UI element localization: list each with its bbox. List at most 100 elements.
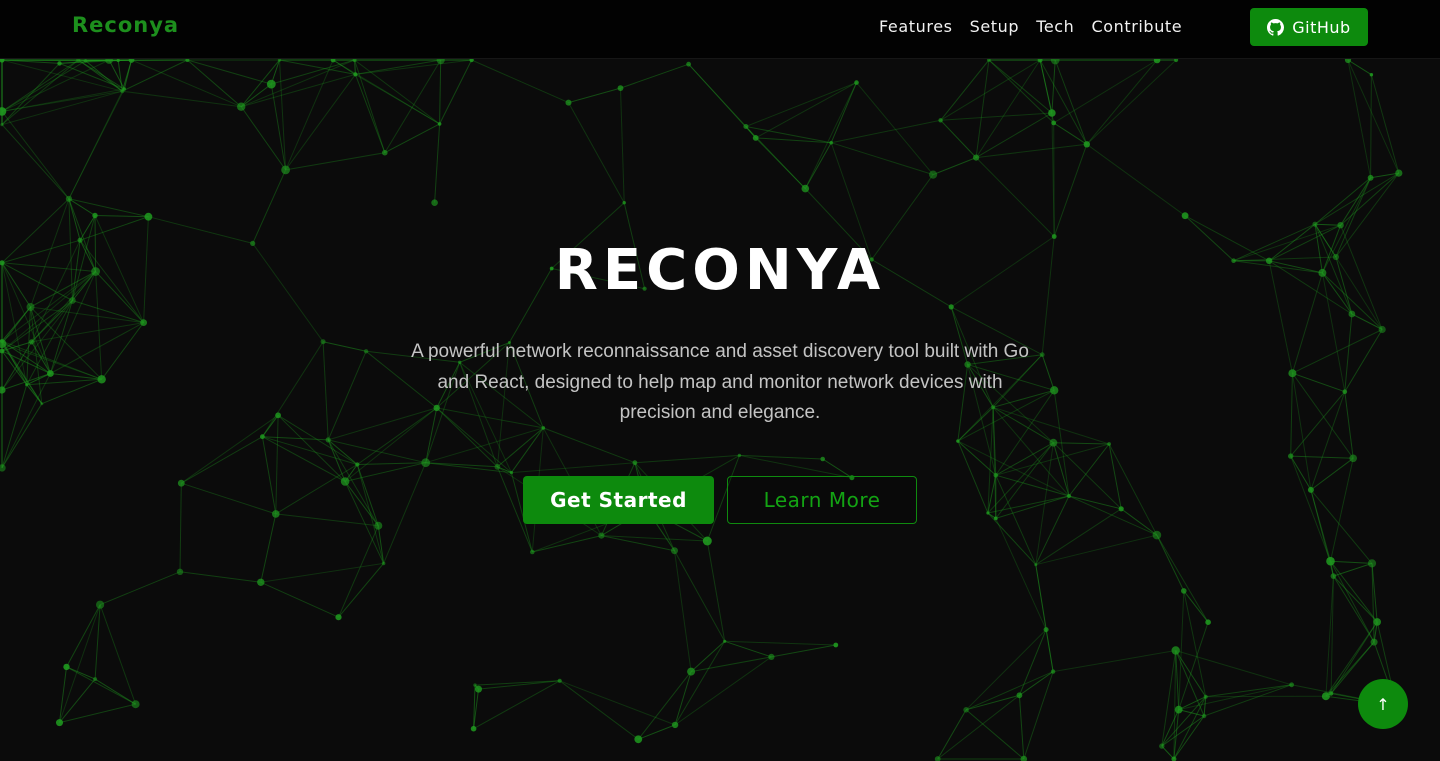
arrow-up-icon: ↑	[1376, 694, 1390, 714]
network-node	[1288, 453, 1294, 459]
network-node	[275, 412, 281, 419]
network-edge	[338, 563, 384, 618]
network-node	[687, 667, 696, 676]
network-edge	[831, 142, 934, 176]
network-node	[1152, 530, 1162, 540]
network-node	[1174, 705, 1183, 714]
network-edge	[1068, 495, 1122, 510]
network-edge	[187, 59, 242, 108]
network-edge	[674, 671, 692, 726]
network-node	[56, 719, 63, 727]
network-edge	[354, 74, 386, 153]
network-node	[325, 437, 331, 443]
get-started-button[interactable]: Get Started	[523, 476, 714, 524]
network-node	[1307, 486, 1314, 493]
network-edge	[975, 157, 1055, 237]
network-edge	[1, 403, 43, 469]
network-edge	[1018, 695, 1025, 760]
network-edge	[322, 341, 329, 440]
network-edge	[532, 535, 602, 553]
network-edge	[976, 143, 1087, 159]
network-edge	[965, 671, 1054, 711]
network-edge	[1, 124, 70, 200]
network-edge	[601, 535, 708, 542]
network-node	[363, 349, 369, 354]
scroll-to-top-button[interactable]: ↑	[1358, 679, 1408, 729]
network-edge	[275, 464, 358, 515]
brand-logo[interactable]: Reconya	[72, 13, 179, 37]
network-edge	[66, 604, 101, 668]
network-edge	[932, 157, 977, 176]
network-edge	[987, 495, 1070, 514]
network-node	[1337, 222, 1344, 229]
network-edge	[1203, 684, 1292, 717]
network-edge	[559, 680, 639, 740]
network-node	[1373, 618, 1381, 626]
network-edge	[724, 640, 772, 658]
network-node	[1312, 221, 1318, 227]
network-node	[1289, 682, 1294, 688]
network-edge	[1370, 74, 1372, 178]
network-edge	[1053, 650, 1176, 673]
network-edge	[327, 439, 379, 526]
network-node	[176, 568, 184, 575]
network-node	[1201, 713, 1207, 719]
network-node	[1321, 692, 1330, 701]
hero-title: RECONYA	[554, 238, 886, 303]
learn-more-button[interactable]: Learn More	[727, 476, 917, 524]
network-edge	[1053, 59, 1158, 124]
network-edge	[1, 59, 79, 112]
network-node	[266, 79, 276, 89]
nav-link-tech[interactable]: Tech	[1036, 17, 1074, 36]
network-node	[1159, 743, 1165, 749]
network-edge	[240, 106, 287, 171]
hero-subtitle-line: A powerful network reconnaissance and as…	[411, 341, 1029, 362]
network-edge	[1173, 715, 1205, 760]
network-edge	[965, 709, 1025, 760]
nav-link-contribute[interactable]: Contribute	[1091, 17, 1182, 36]
network-edge	[79, 216, 149, 241]
landing-page: Reconya Features Setup Tech Contribute G…	[0, 0, 1440, 761]
network-edge	[1053, 122, 1088, 145]
network-edge	[277, 414, 346, 482]
nav-links: Features Setup Tech Contribute	[879, 17, 1182, 36]
network-edge	[1156, 534, 1209, 623]
network-edge	[252, 169, 287, 244]
network-edge	[1108, 443, 1158, 536]
network-node	[421, 458, 431, 468]
network-node	[257, 578, 265, 586]
network-node	[40, 402, 44, 406]
network-node	[470, 725, 477, 732]
network-edge	[755, 82, 857, 139]
network-edge	[568, 102, 625, 203]
network-edge	[261, 436, 277, 514]
nav-link-features[interactable]: Features	[879, 17, 953, 36]
network-node	[617, 85, 624, 91]
network-node	[1107, 442, 1111, 446]
nav-link-setup[interactable]: Setup	[970, 17, 1020, 36]
network-node	[431, 199, 438, 206]
network-edge	[940, 59, 990, 121]
network-edge	[1290, 373, 1293, 457]
network-edge	[965, 694, 1020, 711]
network-edge	[1205, 695, 1326, 698]
network-edge	[1086, 59, 1177, 145]
network-node	[340, 477, 350, 486]
github-button[interactable]: GitHub	[1250, 8, 1368, 46]
network-node	[1395, 169, 1403, 177]
network-node	[335, 614, 342, 621]
network-node	[281, 165, 290, 175]
network-node	[1181, 212, 1189, 220]
network-edge	[384, 59, 442, 153]
network-node	[530, 549, 535, 555]
network-edge	[241, 59, 355, 108]
network-edge	[995, 474, 1037, 565]
network-node	[1330, 573, 1337, 579]
network-node	[260, 434, 265, 440]
network-edge	[260, 581, 339, 618]
network-node	[25, 383, 29, 387]
network-node	[801, 184, 810, 193]
network-edge	[1370, 74, 1400, 174]
network-edge	[1347, 59, 1372, 178]
network-edge	[1292, 372, 1345, 393]
